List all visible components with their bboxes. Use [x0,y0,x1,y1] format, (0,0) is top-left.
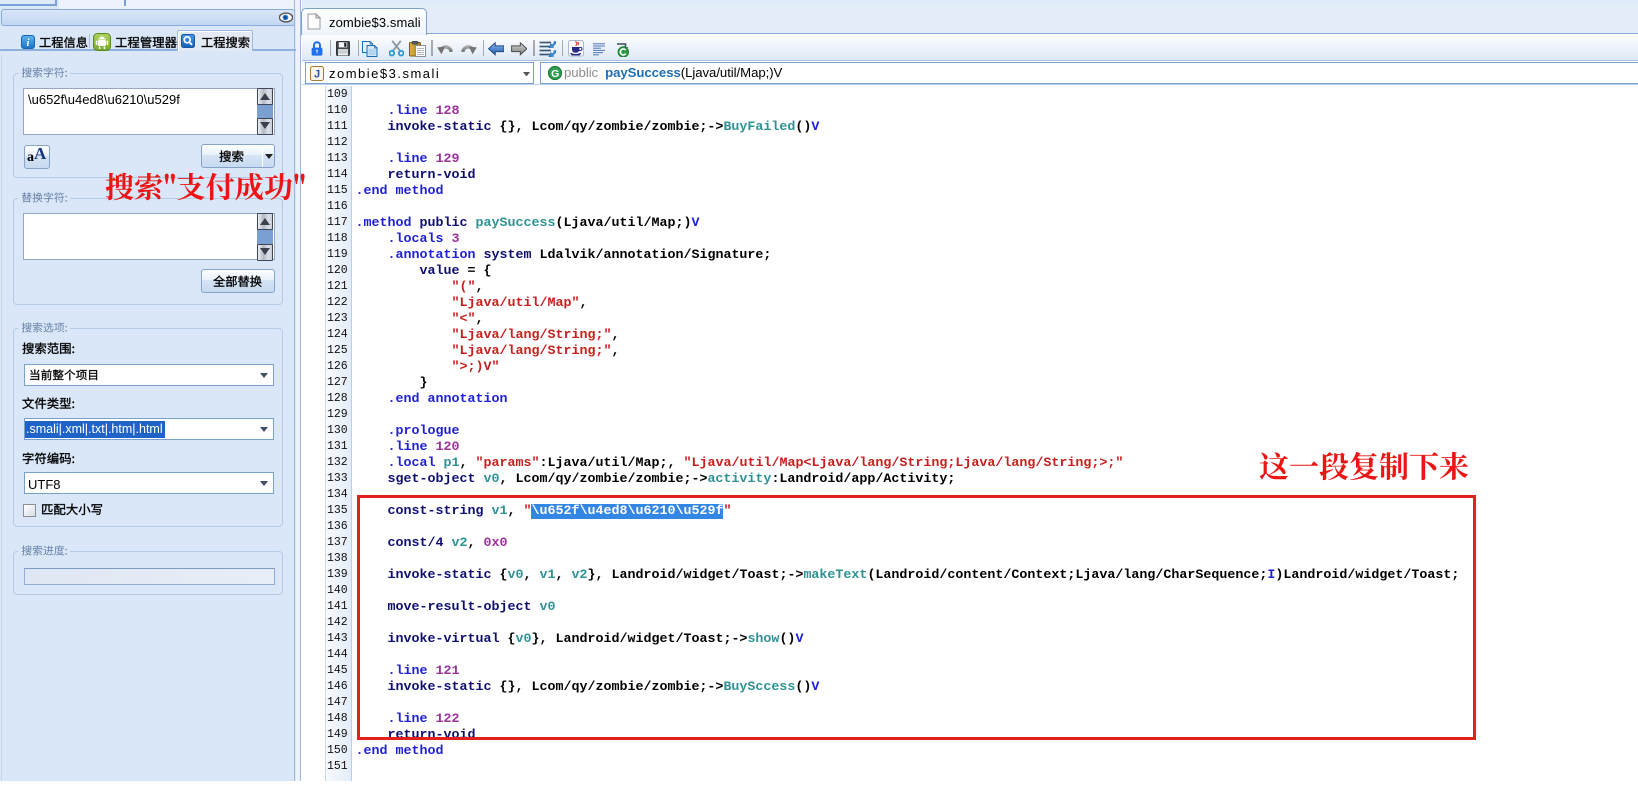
svg-text:J: J [314,68,320,80]
svg-text:G: G [551,68,559,80]
